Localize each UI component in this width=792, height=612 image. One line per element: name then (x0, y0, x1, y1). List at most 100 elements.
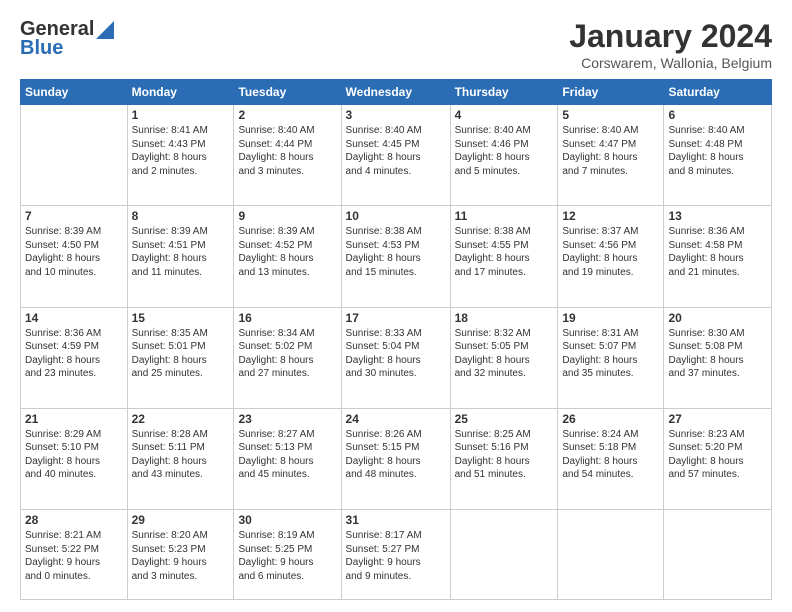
day-info: Sunrise: 8:34 AMSunset: 5:02 PMDaylight:… (238, 327, 336, 381)
day-info: Sunrise: 8:31 AMSunset: 5:07 PMDaylight:… (562, 327, 659, 381)
table-row: 2 Sunrise: 8:40 AMSunset: 4:44 PMDaylight… (234, 105, 341, 206)
day-number: 25 (455, 412, 554, 426)
page: General Blue January 2024 Corswarem, Wal… (0, 0, 792, 612)
table-row: 25Sunrise: 8:25 AMSunset: 5:16 PMDayligh… (450, 408, 558, 509)
calendar-week-3: 14 Sunrise: 8:36 AMSunset: 4:59 PMDayligh… (21, 307, 772, 408)
day-info: Sunrise: 8:30 AMSunset: 5:08 PMDaylight:… (668, 327, 767, 381)
day-info: Sunrise: 8:19 AMSunset: 5:25 PMDaylight:… (238, 529, 336, 583)
day-number: 23 (238, 412, 336, 426)
day-info: Sunrise: 8:26 AMSunset: 5:15 PMDaylight:… (346, 428, 446, 482)
day-number: 13 (668, 209, 767, 223)
day-info: Sunrise: 8:40 AMSunset: 4:46 PMDaylight:… (455, 124, 554, 178)
calendar-header-row: Sunday Monday Tuesday Wednesday Thursday… (21, 80, 772, 105)
col-friday: Friday (558, 80, 664, 105)
day-number: 22 (132, 412, 230, 426)
day-number: 26 (562, 412, 659, 426)
day-number: 15 (132, 311, 230, 325)
table-row: 16 Sunrise: 8:34 AMSunset: 5:02 PMDayligh… (234, 307, 341, 408)
day-info: Sunrise: 8:21 AMSunset: 5:22 PMDaylight:… (25, 529, 123, 583)
day-number: 1 (132, 108, 230, 122)
day-info: Sunrise: 8:36 AMSunset: 4:59 PMDaylight:… (25, 327, 123, 381)
day-info: Sunrise: 8:23 AMSunset: 5:20 PMDaylight:… (668, 428, 767, 482)
header: General Blue January 2024 Corswarem, Wal… (20, 18, 772, 71)
table-row: 15 Sunrise: 8:35 AMSunset: 5:01 PMDayligh… (127, 307, 234, 408)
day-info: Sunrise: 8:39 AMSunset: 4:52 PMDaylight:… (238, 225, 336, 279)
table-row: 31 Sunrise: 8:17 AMSunset: 5:27 PMDayligh… (341, 510, 450, 600)
day-info: Sunrise: 8:33 AMSunset: 5:04 PMDaylight:… (346, 327, 446, 381)
table-row: 12 Sunrise: 8:37 AMSunset: 4:56 PMDayligh… (558, 206, 664, 307)
day-info: Sunrise: 8:37 AMSunset: 4:56 PMDaylight:… (562, 225, 659, 279)
day-info: Sunrise: 8:27 AMSunset: 5:13 PMDaylight:… (238, 428, 336, 482)
day-number: 28 (25, 513, 123, 527)
table-row (450, 510, 558, 600)
day-info: Sunrise: 8:32 AMSunset: 5:05 PMDaylight:… (455, 327, 554, 381)
table-row: 19 Sunrise: 8:31 AMSunset: 5:07 PMDayligh… (558, 307, 664, 408)
table-row: 6 Sunrise: 8:40 AMSunset: 4:48 PMDaylight… (664, 105, 772, 206)
day-info: Sunrise: 8:29 AMSunset: 5:10 PMDaylight:… (25, 428, 123, 482)
table-row: 23 Sunrise: 8:27 AMSunset: 5:13 PMDayligh… (234, 408, 341, 509)
table-row: 13Sunrise: 8:36 AMSunset: 4:58 PMDayligh… (664, 206, 772, 307)
table-row (21, 105, 128, 206)
day-info: Sunrise: 8:17 AMSunset: 5:27 PMDaylight:… (346, 529, 446, 583)
day-number: 31 (346, 513, 446, 527)
table-row: 17 Sunrise: 8:33 AMSunset: 5:04 PMDayligh… (341, 307, 450, 408)
day-number: 19 (562, 311, 659, 325)
title-area: January 2024 Corswarem, Wallonia, Belgiu… (569, 18, 772, 71)
day-info: Sunrise: 8:20 AMSunset: 5:23 PMDaylight:… (132, 529, 230, 583)
day-number: 27 (668, 412, 767, 426)
table-row: 9 Sunrise: 8:39 AMSunset: 4:52 PMDaylight… (234, 206, 341, 307)
day-number: 18 (455, 311, 554, 325)
day-number: 8 (132, 209, 230, 223)
logo-icon (96, 21, 114, 39)
col-saturday: Saturday (664, 80, 772, 105)
table-row: 5 Sunrise: 8:40 AMSunset: 4:47 PMDaylight… (558, 105, 664, 206)
col-tuesday: Tuesday (234, 80, 341, 105)
day-number: 11 (455, 209, 554, 223)
day-number: 21 (25, 412, 123, 426)
table-row: 7Sunrise: 8:39 AMSunset: 4:50 PMDaylight… (21, 206, 128, 307)
day-number: 24 (346, 412, 446, 426)
day-number: 14 (25, 311, 123, 325)
day-info: Sunrise: 8:40 AMSunset: 4:47 PMDaylight:… (562, 124, 659, 178)
day-info: Sunrise: 8:35 AMSunset: 5:01 PMDaylight:… (132, 327, 230, 381)
day-info: Sunrise: 8:24 AMSunset: 5:18 PMDaylight:… (562, 428, 659, 482)
calendar-week-2: 7Sunrise: 8:39 AMSunset: 4:50 PMDaylight… (21, 206, 772, 307)
month-title: January 2024 (569, 18, 772, 55)
day-number: 9 (238, 209, 336, 223)
day-number: 16 (238, 311, 336, 325)
table-row: 24 Sunrise: 8:26 AMSunset: 5:15 PMDayligh… (341, 408, 450, 509)
day-info: Sunrise: 8:41 AMSunset: 4:43 PMDaylight:… (132, 124, 230, 178)
day-number: 3 (346, 108, 446, 122)
day-info: Sunrise: 8:38 AMSunset: 4:53 PMDaylight:… (346, 225, 446, 279)
col-sunday: Sunday (21, 80, 128, 105)
day-number: 20 (668, 311, 767, 325)
table-row: 30 Sunrise: 8:19 AMSunset: 5:25 PMDayligh… (234, 510, 341, 600)
col-monday: Monday (127, 80, 234, 105)
logo-blue: Blue (20, 37, 63, 60)
day-info: Sunrise: 8:40 AMSunset: 4:48 PMDaylight:… (668, 124, 767, 178)
day-number: 12 (562, 209, 659, 223)
table-row: 14 Sunrise: 8:36 AMSunset: 4:59 PMDayligh… (21, 307, 128, 408)
table-row: 20 Sunrise: 8:30 AMSunset: 5:08 PMDayligh… (664, 307, 772, 408)
calendar-table: Sunday Monday Tuesday Wednesday Thursday… (20, 79, 772, 600)
subtitle: Corswarem, Wallonia, Belgium (569, 55, 772, 71)
day-number: 10 (346, 209, 446, 223)
day-number: 6 (668, 108, 767, 122)
day-number: 17 (346, 311, 446, 325)
day-number: 30 (238, 513, 336, 527)
logo: General Blue (20, 18, 114, 60)
day-info: Sunrise: 8:38 AMSunset: 4:55 PMDaylight:… (455, 225, 554, 279)
table-row: 18 Sunrise: 8:32 AMSunset: 5:05 PMDayligh… (450, 307, 558, 408)
day-number: 2 (238, 108, 336, 122)
col-wednesday: Wednesday (341, 80, 450, 105)
day-info: Sunrise: 8:39 AMSunset: 4:50 PMDaylight:… (25, 225, 123, 279)
table-row: 4Sunrise: 8:40 AMSunset: 4:46 PMDaylight… (450, 105, 558, 206)
table-row: 8Sunrise: 8:39 AMSunset: 4:51 PMDaylight… (127, 206, 234, 307)
day-info: Sunrise: 8:40 AMSunset: 4:44 PMDaylight:… (238, 124, 336, 178)
table-row: 27 Sunrise: 8:23 AMSunset: 5:20 PMDayligh… (664, 408, 772, 509)
table-row: 29Sunrise: 8:20 AMSunset: 5:23 PMDayligh… (127, 510, 234, 600)
calendar-week-4: 21 Sunrise: 8:29 AMSunset: 5:10 PMDayligh… (21, 408, 772, 509)
day-number: 5 (562, 108, 659, 122)
table-row (664, 510, 772, 600)
table-row: 22Sunrise: 8:28 AMSunset: 5:11 PMDayligh… (127, 408, 234, 509)
